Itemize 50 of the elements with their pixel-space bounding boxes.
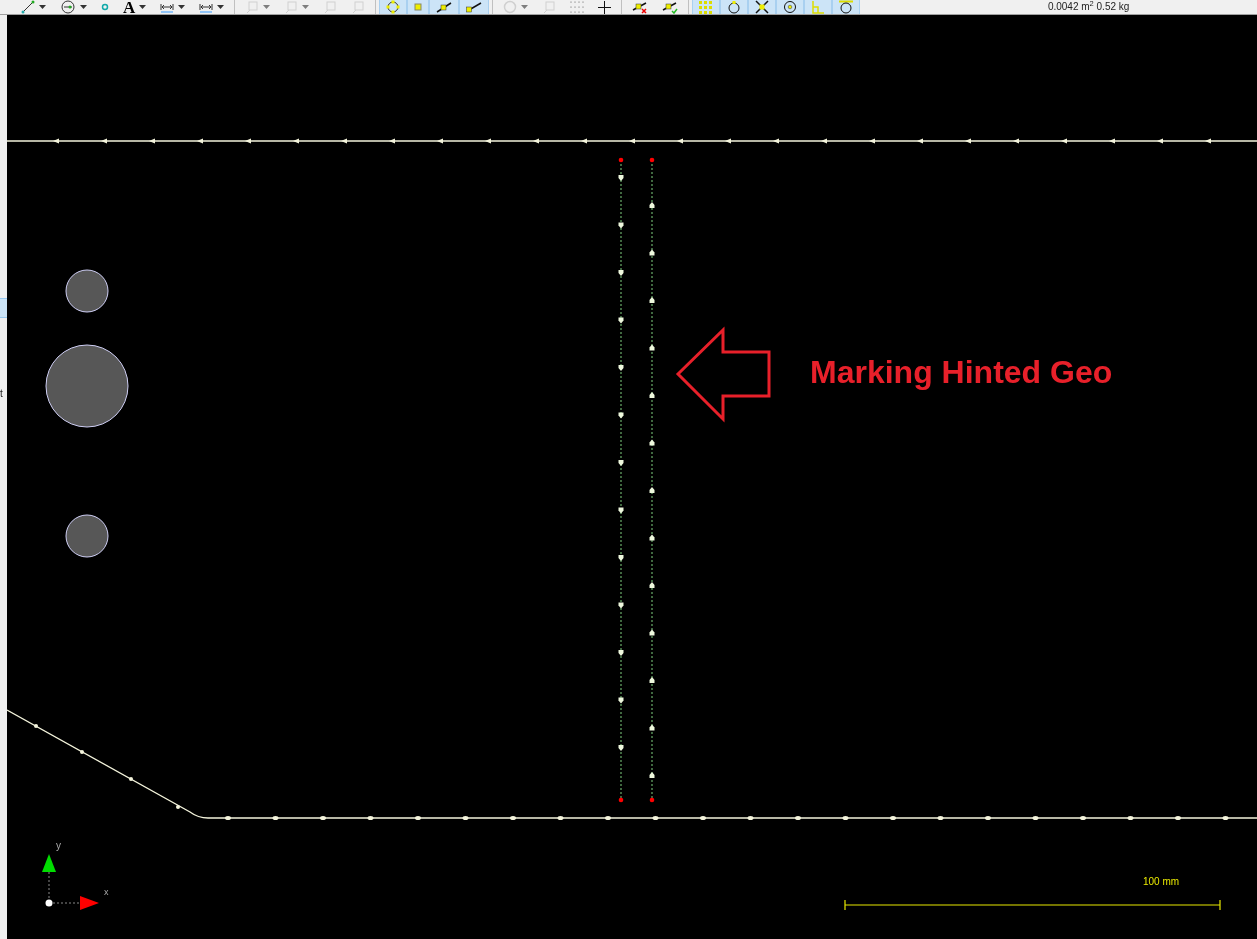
disabled-tool-icon bbox=[323, 0, 338, 14]
list-row-highlight bbox=[0, 298, 7, 318]
hole-circle bbox=[65, 269, 109, 313]
plus-icon bbox=[598, 0, 612, 14]
snap-quadrant-icon bbox=[727, 0, 742, 14]
disabled-tool-icon bbox=[351, 0, 366, 14]
dropdown-caret-icon bbox=[178, 5, 186, 9]
snap-endpoint-icon bbox=[466, 1, 483, 13]
disabled-tool-icon bbox=[542, 0, 557, 14]
dropdown-caret-icon bbox=[263, 5, 271, 9]
toolbar-button[interactable] bbox=[429, 0, 460, 14]
reject-snap-icon bbox=[632, 0, 649, 14]
origin-dot bbox=[45, 899, 53, 907]
toolbar-button[interactable]: A bbox=[116, 0, 154, 14]
toolbar-button[interactable] bbox=[832, 0, 861, 14]
snap-center-icon bbox=[783, 0, 798, 14]
dropdown-caret-icon bbox=[302, 5, 310, 9]
panel-text: t bbox=[0, 388, 3, 400]
dropdown-caret-icon bbox=[521, 5, 529, 9]
dropdown-caret-icon bbox=[217, 5, 225, 9]
snap-tangent-icon bbox=[839, 0, 854, 14]
toolbar-button[interactable] bbox=[720, 0, 749, 14]
dropdown-caret-icon bbox=[139, 5, 147, 9]
disabled-circle-icon bbox=[503, 0, 518, 14]
toolbar-button[interactable] bbox=[748, 0, 777, 14]
drawing-canvas[interactable]: Marking Hinted Geo y x 100 mm bbox=[7, 15, 1257, 939]
snap-grid-icon bbox=[699, 0, 714, 14]
circle-tool-icon bbox=[60, 0, 76, 14]
snap-perpendicular-icon bbox=[811, 0, 826, 14]
snap-point-icon bbox=[414, 3, 423, 11]
dimension-tool-icon bbox=[199, 1, 214, 13]
axis-label: y bbox=[56, 840, 61, 851]
toolbar-button[interactable] bbox=[776, 0, 805, 14]
accept-snap-icon bbox=[662, 0, 679, 14]
dimension-tool-icon bbox=[160, 1, 175, 13]
scale-label: 100 mm bbox=[1143, 876, 1180, 887]
axis-label: x bbox=[104, 887, 109, 897]
snap-circle-icon bbox=[386, 0, 401, 14]
snap-intersection-icon bbox=[755, 0, 770, 14]
point-tool-icon bbox=[101, 3, 109, 11]
disabled-tool-icon bbox=[245, 0, 260, 14]
snap-midpoint-icon bbox=[436, 1, 453, 13]
hole-circle bbox=[65, 514, 109, 558]
annotation-label: Marking Hinted Geo bbox=[810, 354, 1113, 390]
disabled-tool-icon bbox=[284, 0, 299, 14]
line-tool-icon bbox=[21, 0, 35, 14]
dropdown-caret-icon bbox=[39, 5, 46, 9]
toolbar-button[interactable] bbox=[459, 0, 490, 14]
dropdown-caret-icon bbox=[80, 5, 87, 9]
area-mass-readout: 0.0042 m$^{2}$ 0.52 kg bbox=[1047, 1, 1130, 13]
